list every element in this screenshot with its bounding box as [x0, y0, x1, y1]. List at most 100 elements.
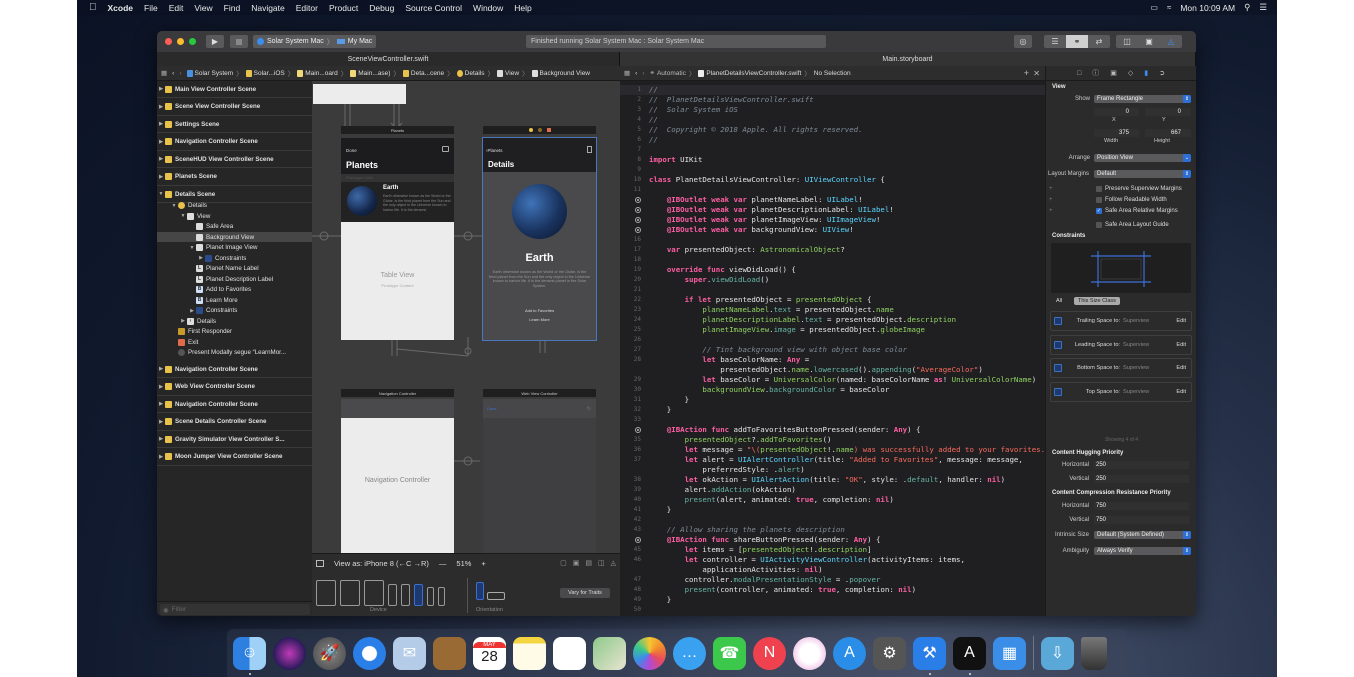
- forward-button[interactable]: ›: [179, 70, 181, 77]
- compression-h-field[interactable]: 750: [1094, 502, 1189, 510]
- crumb-selection[interactable]: No Selection: [814, 70, 851, 77]
- vc-dock-icon[interactable]: [528, 128, 533, 132]
- code-line[interactable]: 18: [620, 255, 1045, 265]
- scene-stub[interactable]: [313, 84, 406, 104]
- reminders-icon[interactable]: [553, 636, 586, 670]
- code-line[interactable]: 33: [620, 415, 1045, 425]
- code-line[interactable]: 20 super.viewDidLoad(): [620, 275, 1045, 285]
- outline-scene[interactable]: ▶ SceneHUD View Controller Scene: [157, 151, 312, 168]
- outline-scene[interactable]: ▶ Main View Controller Scene: [157, 81, 312, 98]
- code-line[interactable]: 38 let okAction = UIAlertAction(title: "…: [620, 475, 1045, 485]
- outline-item[interactable]: L Planet Name Label: [157, 264, 312, 274]
- facetime-icon[interactable]: ☎: [713, 636, 746, 670]
- menu-navigate[interactable]: Navigate: [251, 3, 285, 13]
- code-line[interactable]: applicationActivities: nil): [620, 565, 1045, 575]
- exit-dock-icon[interactable]: [546, 128, 551, 132]
- outline-item[interactable]: First Responder: [157, 327, 312, 337]
- edit-constraint-button[interactable]: Edit: [1176, 318, 1186, 324]
- code-line[interactable]: 27 // Tint background view with object b…: [620, 345, 1045, 355]
- outline-scene[interactable]: ▶ Moon Jumper View Controller Scene: [157, 449, 312, 466]
- ambiguity-popup[interactable]: Always Verify ⇕: [1094, 547, 1191, 555]
- checkbox[interactable]: [1096, 186, 1102, 192]
- add-variation-icon[interactable]: +: [1049, 208, 1053, 214]
- crumb-automatic[interactable]: ⚭ Automatic: [650, 69, 686, 78]
- planet-name-label[interactable]: Earth: [483, 252, 596, 264]
- connection-dot-icon[interactable]: [635, 197, 641, 203]
- navigation-controller-scene[interactable]: Navigation Controller: [341, 399, 454, 553]
- web-view-controller-scene[interactable]: Done ↻: [483, 399, 596, 553]
- iphone-device-icon[interactable]: [388, 584, 397, 606]
- outline-scene[interactable]: ▶ Scene Details Controller Scene: [157, 414, 312, 431]
- back-button[interactable]: ‹: [172, 70, 174, 77]
- outline-item[interactable]: Background View: [157, 232, 312, 242]
- scope-size-class[interactable]: This Size Class: [1074, 297, 1120, 305]
- menu-view[interactable]: View: [194, 3, 212, 13]
- outline-scene[interactable]: ▶ Gravity Simulator View Controller S...: [157, 431, 312, 448]
- crumb-background-view[interactable]: Background View: [531, 69, 590, 77]
- align-icon[interactable]: ▤: [585, 559, 592, 567]
- code-line[interactable]: 23 planetNameLabel.text = presentedObjec…: [620, 305, 1045, 315]
- menu-help[interactable]: Help: [514, 3, 531, 13]
- checkbox-row[interactable]: Safe Area Layout Guide: [1096, 222, 1169, 228]
- checkbox-row[interactable]: Preserve Superview Margins: [1096, 186, 1182, 192]
- code-line[interactable]: 22 if let presentedObject = presentedObj…: [620, 295, 1045, 305]
- close-editor-button[interactable]: ✕: [1033, 69, 1040, 78]
- clock[interactable]: Mon 10:09 AM: [1180, 3, 1235, 13]
- view-as-button[interactable]: View as: iPhone 8 (←C →R): [334, 559, 429, 568]
- hugging-h-field[interactable]: 250: [1094, 461, 1189, 469]
- details-scene[interactable]: ‹Planets Details Earth Earth otherwise k…: [482, 137, 597, 341]
- disclosure-closed-icon[interactable]: ▶: [157, 121, 165, 127]
- disclosure-open-icon[interactable]: ▼: [157, 191, 165, 197]
- code-line[interactable]: 46 let controller = UIActivityViewContro…: [620, 555, 1045, 565]
- code-line[interactable]: 26: [620, 335, 1045, 345]
- scheme-selector[interactable]: Solar System Mac 〉 My Mac: [253, 35, 377, 48]
- scene-title-web[interactable]: Web View Controller: [483, 389, 596, 397]
- mail-icon[interactable]: ✉: [393, 636, 426, 670]
- code-line[interactable]: 11: [620, 185, 1045, 195]
- width-field[interactable]: 375: [1094, 129, 1139, 137]
- x-field[interactable]: 0: [1094, 108, 1139, 116]
- disclosure-closed-icon[interactable]: ▶: [157, 454, 165, 460]
- done-button[interactable]: Done: [346, 148, 357, 153]
- planet-description-label[interactable]: Earth otherwise known as the World or th…: [489, 270, 590, 289]
- checkbox[interactable]: [1096, 197, 1102, 203]
- apple-menu-icon[interactable]: : [89, 2, 97, 13]
- close-button[interactable]: [165, 38, 172, 45]
- debug-area-toggle[interactable]: ▣: [1138, 35, 1160, 48]
- code-line[interactable]: 14 @IBOutlet weak var planetImageView: U…: [620, 215, 1045, 225]
- checkbox-checked[interactable]: ✓: [1096, 208, 1102, 214]
- outline-item[interactable]: ▶ Constraints: [157, 253, 312, 263]
- compression-v-field[interactable]: 750: [1094, 516, 1189, 524]
- standard-editor-button[interactable]: ☰: [1044, 35, 1066, 48]
- code-line[interactable]: 45 let items = [presentedObject!.descrip…: [620, 545, 1045, 555]
- disclosure-closed-icon[interactable]: ▶: [157, 104, 165, 110]
- outline-item[interactable]: ▼ View: [157, 211, 312, 221]
- iphone-device-icon[interactable]: [427, 587, 434, 606]
- hugging-v-field[interactable]: 250: [1094, 475, 1189, 483]
- crumb-vc[interactable]: Details: [456, 69, 485, 77]
- table-view[interactable]: Table View Prototype Content: [341, 222, 454, 340]
- code-line[interactable]: 29 let baseColor = UniversalColor(named:…: [620, 375, 1045, 385]
- code-line[interactable]: 31 }: [620, 395, 1045, 405]
- version-editor-button[interactable]: ⇄: [1088, 35, 1110, 48]
- outline-scene[interactable]: ▶ Web View Controller Scene: [157, 379, 312, 396]
- add-variation-icon[interactable]: +: [1049, 186, 1053, 192]
- resolve-issues-icon[interactable]: ◬: [611, 559, 616, 567]
- code-line[interactable]: preferredStyle: .alert): [620, 465, 1045, 475]
- launchpad-icon[interactable]: 🚀: [313, 636, 346, 670]
- crumb-group[interactable]: Solar...iOS: [245, 69, 285, 77]
- crumb-scene[interactable]: Deta...cene: [402, 69, 444, 77]
- size-inspector-icon[interactable]: ▮: [1144, 69, 1148, 77]
- crumb-file[interactable]: PlanetDetailsViewController.swift: [698, 69, 801, 77]
- vary-for-traits-button[interactable]: Vary for Traits: [560, 588, 610, 598]
- constraint-row[interactable]: Top Space to: Superview Edit: [1050, 381, 1192, 402]
- reload-icon[interactable]: ↻: [587, 406, 591, 412]
- code-line[interactable]: 4 //: [620, 115, 1045, 125]
- code-line[interactable]: 6 //: [620, 135, 1045, 145]
- code-line[interactable]: 34 @IBAction func addToFavoritesButtonPr…: [620, 425, 1045, 435]
- code-line[interactable]: 8 import UIKit: [620, 155, 1045, 165]
- disclosure-open-icon[interactable]: ▼: [179, 213, 187, 219]
- code-editor[interactable]: 1 // 2 // PlanetDetailsViewController.swift…: [620, 81, 1045, 616]
- disclosure-closed-icon[interactable]: ▶: [157, 419, 165, 425]
- forward-button[interactable]: ›: [642, 70, 644, 77]
